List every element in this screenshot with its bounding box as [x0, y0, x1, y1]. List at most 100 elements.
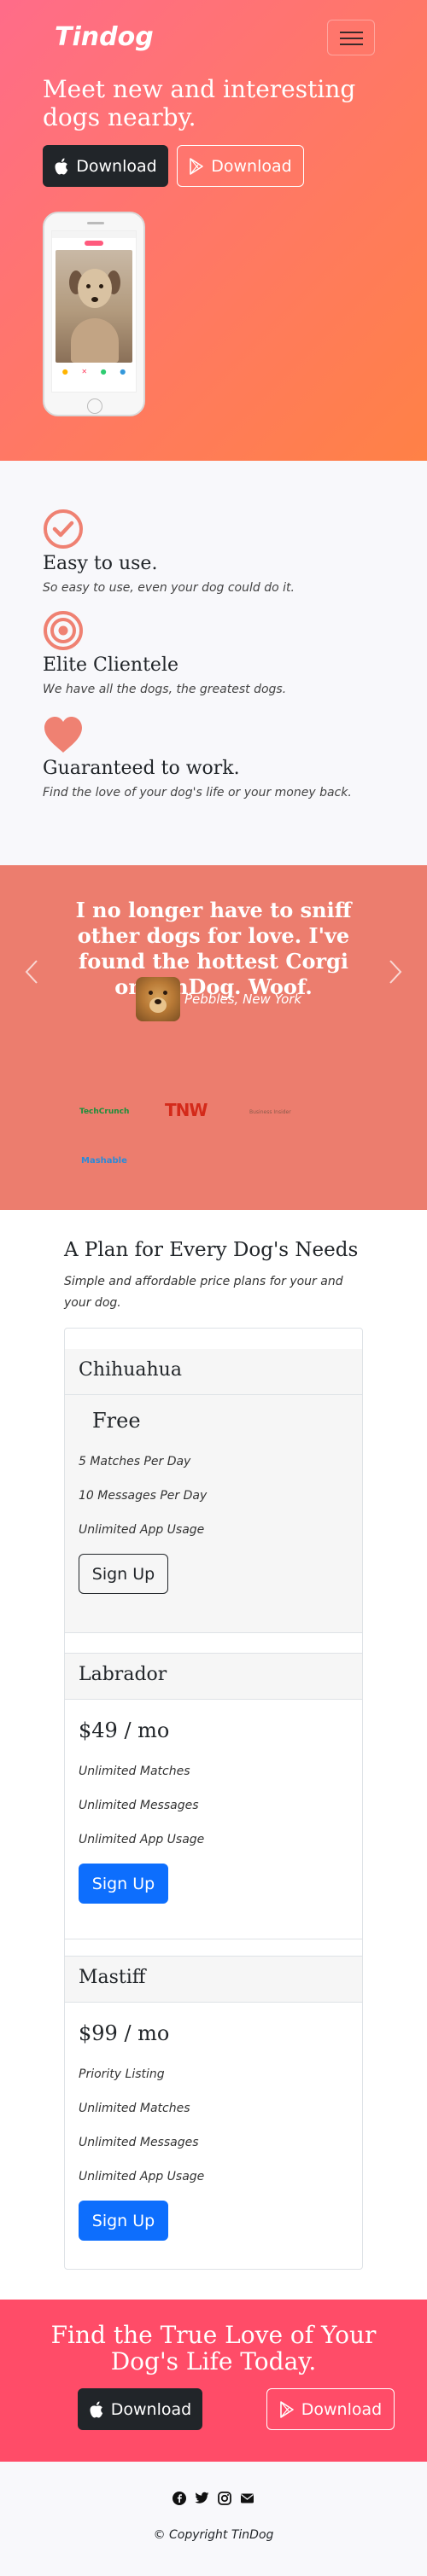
feature-title: Elite Clientele	[43, 654, 178, 676]
dog-head	[78, 269, 112, 308]
google-play-icon	[279, 2400, 294, 2418]
mashable-logo: Mashable	[81, 1156, 127, 1166]
cta-section: Find the True Love of Your Dog's Life To…	[0, 2300, 427, 2462]
title-section: Tindog Meet new and interesting dogs nea…	[0, 0, 427, 461]
plan-feature: Unlimited App Usage	[79, 1523, 205, 1537]
apple-icon	[55, 158, 68, 174]
plan-feature: Unlimited Messages	[79, 2136, 199, 2149]
apple-icon	[90, 2401, 102, 2417]
navbar-brand[interactable]: Tindog	[55, 22, 154, 52]
check-circle-icon	[44, 509, 83, 549]
download-apple-label: Download	[76, 156, 157, 176]
check-icon: ●	[100, 368, 107, 375]
download-google-label: Download	[301, 2399, 383, 2419]
sign-up-button[interactable]: Sign Up	[79, 2201, 168, 2241]
plan-price: $99 / mo	[79, 2021, 170, 2045]
plan-feature: Unlimited Matches	[79, 2102, 190, 2115]
phone-speaker	[87, 222, 104, 224]
cta-buttons: Download Download	[0, 2388, 427, 2431]
plan-body: Free 5 Matches Per Day 10 Messages Per D…	[65, 1395, 362, 1632]
hamburger-icon	[340, 32, 363, 33]
social-icons	[0, 2492, 427, 2505]
star-icon: ●	[61, 368, 68, 375]
copyright-text: © Copyright TinDog	[153, 2528, 274, 2542]
testimonial-quote: I no longer have to sniff other dogs for…	[75, 898, 352, 999]
phone-screen: ● ✕ ● ●	[51, 230, 137, 393]
envelope-icon[interactable]	[240, 2492, 254, 2505]
download-google-button[interactable]: Download	[266, 2388, 395, 2430]
plan-feature: Unlimited App Usage	[79, 2170, 205, 2183]
avatar-eye	[163, 991, 167, 995]
plan-feature: Priority Listing	[79, 2067, 165, 2081]
iphone-mockup-image: ● ✕ ● ●	[43, 212, 145, 416]
phone-app-pill	[85, 241, 103, 246]
carousel-prev-icon[interactable]	[24, 959, 39, 985]
cta-title: Find the True Love of Your Dog's Life To…	[50, 2321, 377, 2375]
download-google-button[interactable]: Download	[177, 145, 304, 187]
avatar-eye	[149, 991, 153, 995]
plan-name: Chihuahua	[65, 1349, 362, 1395]
dog-nose	[91, 297, 98, 302]
bolt-icon: ●	[120, 368, 126, 375]
download-apple-button[interactable]: Download	[43, 145, 168, 187]
close-icon: ✕	[81, 368, 88, 375]
plan-feature: 5 Matches Per Day	[79, 1455, 191, 1468]
pricing-subtitle: Simple and affordable price plans for yo…	[64, 1275, 343, 1310]
plan-feature: Unlimited App Usage	[79, 1833, 205, 1846]
sign-up-button[interactable]: Sign Up	[79, 1864, 168, 1904]
google-play-icon	[190, 157, 204, 175]
tnw-logo: TNW	[165, 1100, 208, 1120]
phone-action-row: ● ✕ ● ●	[56, 368, 132, 375]
facebook-icon[interactable]	[173, 2492, 186, 2505]
plan-feature: 10 Messages Per Day	[79, 1489, 208, 1503]
instagram-icon[interactable]	[218, 2492, 231, 2505]
pricing-title: A Plan for Every Dog's Needs	[64, 1239, 359, 1261]
download-apple-button[interactable]: Download	[78, 2388, 202, 2430]
heart-icon	[44, 717, 82, 753]
dog-body	[71, 318, 119, 363]
plan-name: Labrador	[65, 1654, 362, 1700]
carousel-next-icon[interactable]	[388, 959, 403, 985]
navbar-toggler-button[interactable]	[327, 20, 375, 55]
feature-box: Easy to use. So easy to use, even your d…	[43, 509, 295, 595]
sign-up-button[interactable]: Sign Up	[79, 1554, 168, 1594]
dog-eye	[86, 284, 91, 288]
techcrunch-logo: TechCrunch	[79, 1108, 130, 1116]
hamburger-icon-line	[340, 44, 363, 45]
feature-text: We have all the dogs, the greatest dogs.	[43, 683, 287, 696]
dog-eye	[99, 284, 103, 288]
bullseye-icon	[44, 611, 83, 650]
plan-body: $49 / mo Unlimited Matches Unlimited Mes…	[65, 1718, 362, 1939]
plan-body: $99 / mo Priority Listing Unlimited Matc…	[65, 2021, 362, 2277]
features-section: Easy to use. So easy to use, even your d…	[0, 461, 427, 865]
testimonial-author: Pebbles, New York	[184, 991, 302, 1007]
plan-price: $49 / mo	[79, 1718, 170, 1742]
phone-home-button	[87, 398, 102, 414]
feature-box: Elite Clientele We have all the dogs, th…	[43, 610, 286, 696]
twitter-icon[interactable]	[195, 2492, 209, 2505]
feature-box: Guaranteed to work. Find the love of you…	[43, 715, 352, 800]
download-apple-label: Download	[110, 2399, 192, 2419]
plan-feature: Unlimited Matches	[79, 1765, 190, 1778]
testimonial-avatar	[136, 977, 180, 1021]
pricing-section: A Plan for Every Dog's Needs Simple and …	[0, 1210, 427, 2300]
feature-title: Guaranteed to work.	[43, 758, 240, 779]
footer: © Copyright TinDog	[0, 2462, 427, 2576]
pricing-card: Labrador $49 / mo Unlimited Matches Unli…	[65, 1653, 362, 1939]
hero-title: Meet new and interesting dogs nearby.	[43, 75, 356, 131]
pricing-container: Chihuahua Free 5 Matches Per Day 10 Mess…	[64, 1328, 363, 2270]
avatar-nose	[155, 999, 161, 1004]
business-insider-logo: Business Insider	[249, 1109, 291, 1115]
feature-text: Find the love of your dog's life or your…	[43, 786, 352, 800]
feature-title: Easy to use.	[43, 553, 158, 574]
plan-price: Free	[92, 1409, 141, 1433]
download-google-label: Download	[211, 156, 292, 176]
feature-text: So easy to use, even your dog could do i…	[43, 581, 295, 595]
dog-photo	[56, 250, 132, 363]
phone-status-bar	[52, 231, 136, 238]
pricing-card: Chihuahua Free 5 Matches Per Day 10 Mess…	[65, 1349, 362, 1633]
plan-feature: Unlimited Messages	[79, 1799, 199, 1812]
pricing-card: Mastiff $99 / mo Priority Listing Unlimi…	[65, 1956, 362, 2277]
hamburger-icon-line	[340, 38, 363, 39]
testimonials-section: I no longer have to sniff other dogs for…	[0, 865, 427, 1210]
